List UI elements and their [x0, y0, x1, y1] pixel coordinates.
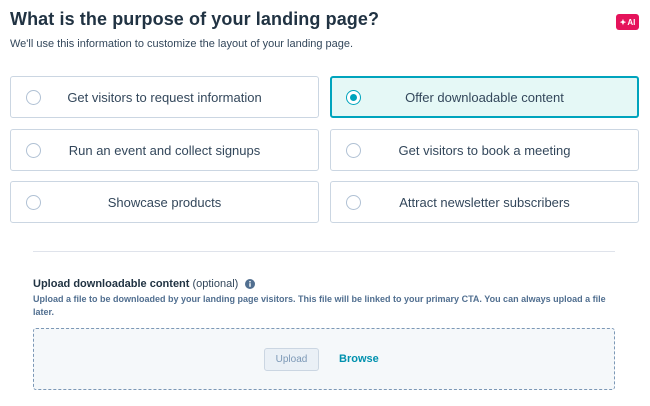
radio-button[interactable]: [26, 89, 41, 105]
radio-button[interactable]: [26, 194, 41, 210]
option-downloadable-content[interactable]: Offer downloadable content: [330, 76, 639, 118]
radio-button-checked[interactable]: [346, 89, 361, 105]
option-event-signups[interactable]: Run an event and collect signups: [10, 129, 319, 171]
option-label: Get visitors to book a meeting: [398, 142, 571, 158]
option-showcase-products[interactable]: Showcase products: [10, 181, 319, 223]
option-label: Attract newsletter subscribers: [399, 194, 570, 210]
radio-button[interactable]: [26, 142, 41, 158]
radio-dot: [350, 93, 357, 101]
upload-title-text: Upload downloadable content: [33, 278, 190, 290]
radio-button[interactable]: [346, 142, 361, 158]
radio-button[interactable]: [346, 194, 361, 210]
option-newsletter-subscribers[interactable]: Attract newsletter subscribers: [330, 181, 639, 223]
ai-badge[interactable]: ✦ AI: [616, 14, 639, 30]
option-request-information[interactable]: Get visitors to request information: [10, 76, 319, 118]
option-label: Offer downloadable content: [405, 89, 564, 105]
page-subtitle: We'll use this information to customize …: [10, 38, 354, 50]
optional-label: (optional): [192, 278, 239, 290]
info-icon[interactable]: [245, 279, 256, 289]
page-title: What is the purpose of your landing page…: [10, 9, 380, 29]
browse-link[interactable]: Browse: [339, 353, 379, 365]
upload-button[interactable]: Upload: [264, 348, 319, 371]
file-dropzone[interactable]: Upload Browse: [33, 328, 615, 390]
sparkle-icon: ✦: [619, 17, 627, 27]
section-divider: [33, 251, 615, 252]
upload-description: Upload a file to be downloaded by your l…: [33, 294, 606, 317]
option-label: Get visitors to request information: [67, 89, 262, 105]
upload-section-title: Upload downloadable content (optional): [33, 278, 256, 290]
option-book-meeting[interactable]: Get visitors to book a meeting: [330, 129, 639, 171]
option-label: Run an event and collect signups: [68, 142, 261, 158]
option-label: Showcase products: [107, 194, 222, 210]
ai-badge-label: AI: [627, 17, 636, 27]
